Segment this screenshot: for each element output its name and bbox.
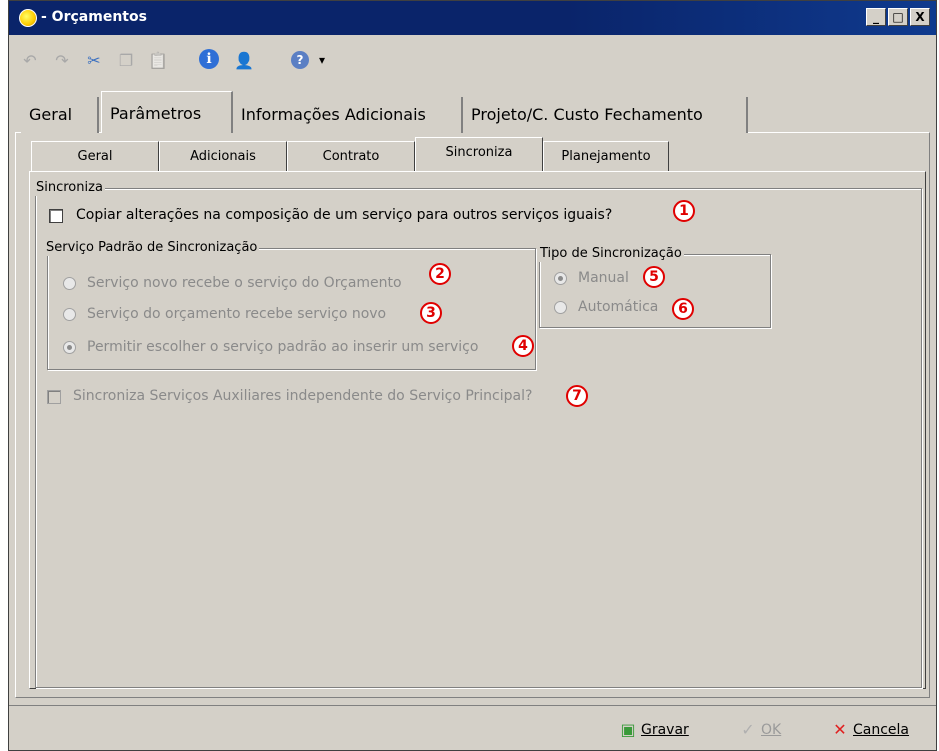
subtab-adicionais[interactable]: Adicionais bbox=[159, 141, 287, 171]
radio-servico-orcamento-recebe-label: Serviço do orçamento recebe serviço novo bbox=[87, 306, 387, 322]
copiar-alteracoes-label: Copiar alterações na composição de um se… bbox=[76, 207, 613, 223]
radio-servico-orcamento-recebe[interactable] bbox=[63, 308, 76, 321]
badge-1: 1 bbox=[673, 200, 695, 222]
copiar-alteracoes-checkbox[interactable] bbox=[49, 209, 63, 223]
cancela-button[interactable]: ✕ Cancela bbox=[831, 718, 909, 742]
footer-bar: ▣ Gravar ✓ OK ✕ Cancela bbox=[9, 705, 936, 751]
dropdown-arrow-icon[interactable]: ▾ bbox=[311, 49, 333, 71]
radio-manual-label: Manual bbox=[578, 270, 629, 286]
undo-icon[interactable]: ↶ bbox=[19, 49, 41, 71]
badge-7: 7 bbox=[566, 385, 588, 407]
info-icon[interactable]: ℹ bbox=[199, 49, 219, 69]
cut-icon[interactable]: ✂ bbox=[83, 49, 105, 71]
badge-6: 6 bbox=[672, 298, 694, 320]
badge-3: 3 bbox=[420, 302, 442, 324]
radio-servico-novo-recebe[interactable] bbox=[63, 277, 76, 290]
subtab-planejamento[interactable]: Planejamento bbox=[543, 141, 669, 171]
cancel-x-icon: ✕ bbox=[833, 720, 847, 739]
tab-informacoes-adicionais[interactable]: Informações Adicionais bbox=[233, 97, 463, 133]
orcamentos-window: - Orçamentos _ □ X ↶ ↷ ✂ ❐ 📋 ℹ 👤 ? ▾ Ger… bbox=[8, 0, 937, 751]
ok-button[interactable]: ✓ OK bbox=[739, 718, 781, 742]
tab-projeto-custo-fechamento[interactable]: Projeto/C. Custo Fechamento bbox=[463, 97, 748, 133]
subtab-geral[interactable]: Geral bbox=[31, 141, 159, 171]
radio-automatica-label: Automática bbox=[578, 299, 659, 315]
check-icon: ✓ bbox=[741, 720, 755, 739]
radio-permitir-escolher[interactable] bbox=[63, 341, 76, 354]
title-bar[interactable]: - Orçamentos _ □ X bbox=[9, 1, 936, 35]
window-title: - Orçamentos bbox=[41, 9, 147, 25]
tab-geral[interactable]: Geral bbox=[21, 97, 99, 133]
radio-automatica[interactable] bbox=[554, 301, 567, 314]
toolbar: ↶ ↷ ✂ ❐ 📋 ℹ 👤 ? ▾ bbox=[9, 45, 409, 75]
redo-icon[interactable]: ↷ bbox=[51, 49, 73, 71]
close-button[interactable]: X bbox=[910, 8, 930, 26]
copy-icon[interactable]: ❐ bbox=[115, 49, 137, 71]
sincroniza-auxiliares-checkbox[interactable] bbox=[47, 390, 61, 404]
gravar-label: Gravar bbox=[641, 722, 689, 738]
servico-padrao-group-label: Serviço Padrão de Sincronização bbox=[44, 240, 260, 256]
sincroniza-group-label: Sincroniza bbox=[34, 180, 105, 196]
radio-servico-novo-recebe-label: Serviço novo recebe o serviço do Orçamen… bbox=[87, 275, 402, 291]
tab-parametros[interactable]: Parâmetros bbox=[101, 91, 233, 133]
sincroniza-auxiliares-label: Sincroniza Serviços Auxiliares independe… bbox=[73, 388, 533, 404]
ok-label: OK bbox=[761, 722, 782, 738]
user-icon[interactable]: 👤 bbox=[233, 49, 255, 71]
radio-permitir-escolher-label: Permitir escolher o serviço padrão ao in… bbox=[87, 339, 479, 355]
maximize-button[interactable]: □ bbox=[888, 8, 908, 26]
badge-5: 5 bbox=[643, 266, 665, 288]
app-icon bbox=[19, 9, 37, 27]
cancela-label: Cancela bbox=[853, 722, 910, 738]
save-icon: ▣ bbox=[620, 720, 636, 739]
window-controls: _ □ X bbox=[866, 8, 930, 26]
subtab-contrato[interactable]: Contrato bbox=[287, 141, 415, 171]
badge-4: 4 bbox=[512, 335, 534, 357]
tipo-sincronizacao-group-label: Tipo de Sincronização bbox=[538, 246, 684, 262]
radio-manual[interactable] bbox=[554, 272, 567, 285]
badge-2: 2 bbox=[429, 263, 451, 285]
paste-icon[interactable]: 📋 bbox=[147, 49, 169, 71]
minimize-button[interactable]: _ bbox=[866, 8, 886, 26]
subtab-sincroniza[interactable]: Sincroniza bbox=[415, 137, 543, 171]
help-icon[interactable]: ? bbox=[291, 51, 309, 69]
gravar-button[interactable]: ▣ Gravar bbox=[619, 718, 689, 742]
